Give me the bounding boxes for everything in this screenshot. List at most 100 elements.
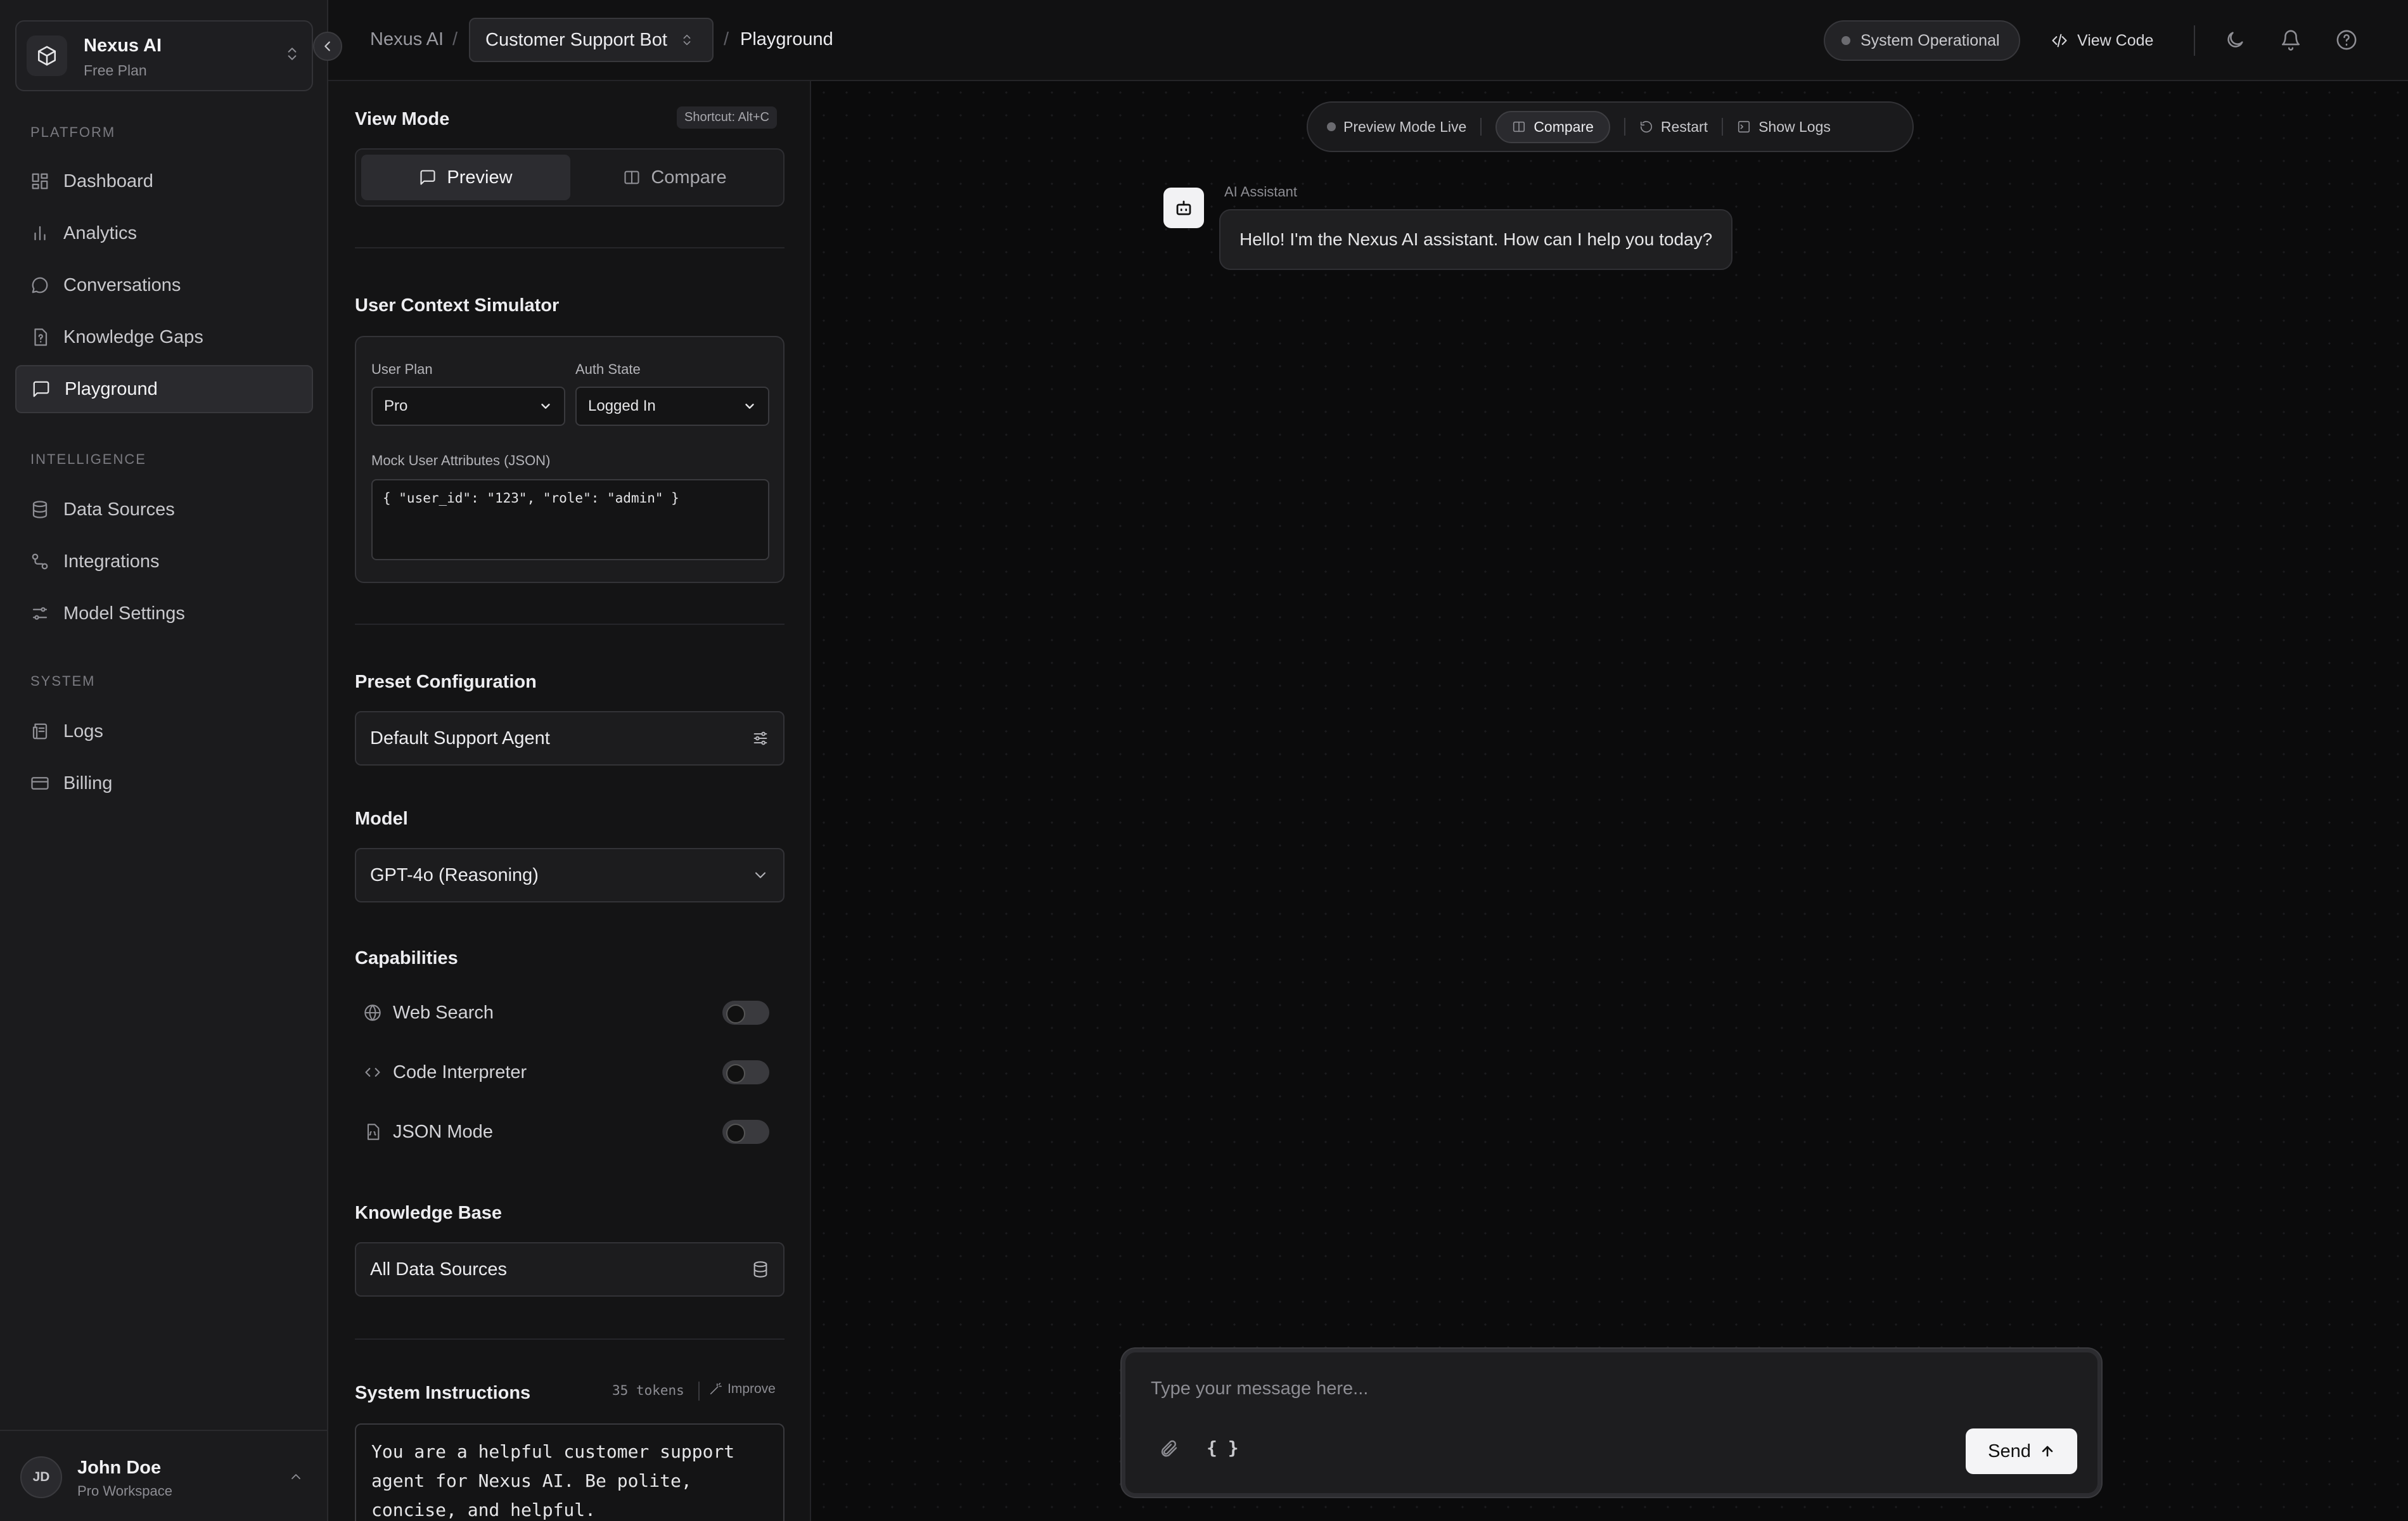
section-divider [355, 247, 785, 248]
user-plan-value: Pro [384, 397, 408, 414]
paperclip-icon [1161, 1440, 1177, 1457]
sidebar-item-label: Logs [63, 721, 103, 741]
sidebar-item-billing[interactable]: Billing [15, 759, 313, 807]
sliders-icon [32, 607, 48, 620]
theme-toggle-button[interactable] [2224, 29, 2246, 51]
sidebar-item-label: Dashboard [63, 170, 153, 191]
attach-button[interactable] [1158, 1439, 1179, 1459]
auth-state-value: Logged In [588, 397, 656, 414]
breadcrumb-separator: / [724, 29, 729, 49]
send-button[interactable]: Send [1966, 1428, 2077, 1474]
sidebar-item-label: Billing [63, 773, 113, 793]
view-code-button[interactable]: View Code [2051, 20, 2153, 61]
workflow-icon [32, 553, 48, 570]
model-title: Model [355, 809, 408, 829]
preset-config-title: Preset Configuration [355, 672, 537, 692]
chevron-down-icon [541, 404, 550, 409]
preview-area: Preview Mode Live Compare Restart Show L… [812, 81, 2408, 1521]
breadcrumb-root[interactable]: Nexus AI [370, 29, 444, 50]
help-circle-icon [2336, 30, 2357, 50]
workspace-name: Nexus AI [84, 35, 162, 56]
file-question-icon [34, 328, 48, 346]
view-code-label: View Code [2077, 31, 2154, 49]
auth-state-label: Auth State [575, 361, 641, 377]
message-square-icon [420, 170, 435, 185]
improve-button[interactable]: Improve [708, 1382, 776, 1397]
capability-web-search: Web Search [364, 994, 785, 1032]
sidebar-item-label: Model Settings [63, 603, 185, 624]
bar-chart-icon [34, 226, 46, 241]
sliders-icon [753, 731, 767, 745]
top-bar: Nexus AI / Customer Support Bot / Playgr… [328, 0, 2408, 81]
json-insert-button[interactable]: { } [1207, 1437, 1239, 1458]
collapse-sidebar-button[interactable] [313, 32, 342, 61]
user-menu[interactable]: JD John Doe Pro Workspace [0, 1430, 327, 1521]
knowledge-base-value: All Data Sources [370, 1259, 507, 1280]
user-plan-select[interactable]: Pro [371, 387, 565, 426]
status-text: System Operational [1860, 31, 2000, 49]
knowledge-base-select[interactable]: All Data Sources [355, 1242, 785, 1297]
preview-mode-button[interactable]: Preview [361, 155, 570, 200]
sidebar-item-knowledge-gaps[interactable]: Knowledge Gaps [15, 313, 313, 361]
status-badge[interactable]: System Operational [1824, 20, 2020, 61]
preset-config-select[interactable]: Default Support Agent [355, 711, 785, 766]
system-instructions-input[interactable]: You are a helpful customer support agent… [355, 1423, 785, 1521]
json-mode-toggle[interactable] [722, 1120, 769, 1144]
sidebar-item-analytics[interactable]: Analytics [15, 209, 313, 257]
sidebar-item-conversations[interactable]: Conversations [15, 261, 313, 309]
web-search-toggle[interactable] [722, 1001, 769, 1025]
toolbar-divider [1623, 118, 1625, 136]
show-logs-button[interactable]: Show Logs [1737, 119, 1831, 136]
token-count: 35 tokens [612, 1383, 684, 1398]
sidebar-item-integrations[interactable]: Integrations [15, 537, 313, 586]
model-select[interactable]: GPT-4o (Reasoning) [355, 848, 785, 902]
status-dot-icon [1841, 36, 1850, 45]
preview-live-indicator: Preview Mode Live [1327, 119, 1466, 136]
chevron-down-icon [745, 404, 754, 409]
restart-button[interactable]: Restart [1639, 119, 1708, 136]
sidebar-item-label: Conversations [63, 274, 181, 295]
capability-label: Code Interpreter [393, 1062, 527, 1082]
notifications-button[interactable] [2280, 29, 2302, 51]
capability-label: Web Search [393, 1002, 494, 1023]
sidebar-item-label: Analytics [63, 222, 138, 243]
sidebar-item-dashboard[interactable]: Dashboard [15, 157, 313, 205]
chevron-left-icon [324, 41, 330, 51]
sidebar-item-model-settings[interactable]: Model Settings [15, 589, 313, 638]
dashboard-icon [32, 173, 48, 189]
config-panel: View Mode Shortcut: Alt+C Preview Compar… [328, 81, 811, 1521]
compare-button[interactable]: Compare [1495, 110, 1610, 143]
nav-section-platform: PLATFORM [30, 124, 116, 140]
code-icon [365, 1068, 380, 1077]
breadcrumb-current: Playground [740, 29, 833, 49]
message-square-icon [33, 381, 49, 397]
bell-icon [2281, 30, 2300, 51]
sidebar: Nexus AI Free Plan PLATFORM Dashboard An… [0, 0, 342, 1521]
compare-mode-label: Compare [651, 167, 727, 188]
code-interpreter-toggle[interactable] [722, 1060, 769, 1084]
bot-avatar [1163, 188, 1204, 228]
context-simulator-title: User Context Simulator [355, 295, 560, 316]
section-divider [355, 1338, 785, 1340]
sidebar-item-playground[interactable]: Playground [15, 365, 313, 413]
project-name: Customer Support Bot [485, 29, 667, 50]
rotate-ccw-icon [1640, 121, 1652, 133]
message-sender: AI Assistant [1224, 184, 1297, 200]
database-icon [32, 501, 48, 518]
auth-state-select[interactable]: Logged In [575, 387, 769, 426]
capabilities-title: Capabilities [355, 948, 458, 968]
message-composer: { } Send [1122, 1349, 2101, 1497]
message-input[interactable] [1151, 1374, 1975, 1403]
system-instructions-title: System Instructions [355, 1383, 531, 1403]
sidebar-item-data-sources[interactable]: Data Sources [15, 485, 313, 534]
workspace-switcher[interactable]: Nexus AI Free Plan [15, 20, 313, 91]
mock-attributes-input[interactable]: { "user_id": "123", "role": "admin" } [371, 479, 769, 560]
live-dot-icon [1327, 122, 1336, 131]
sidebar-item-logs[interactable]: Logs [15, 707, 313, 755]
assistant-message: Hello! I'm the Nexus AI assistant. How c… [1219, 209, 1733, 270]
sidebar-item-label: Knowledge Gaps [63, 326, 203, 347]
compare-mode-button[interactable]: Compare [570, 155, 779, 200]
preview-mode-label: Preview [447, 167, 513, 188]
help-button[interactable] [2336, 29, 2357, 51]
project-selector[interactable]: Customer Support Bot [469, 18, 714, 62]
